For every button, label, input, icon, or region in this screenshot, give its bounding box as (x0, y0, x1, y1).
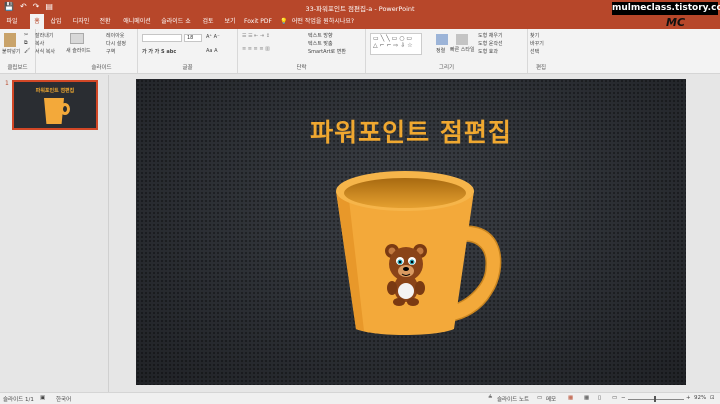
shape-effects-button[interactable]: 도형 효과 (478, 48, 498, 55)
arrange-icon[interactable] (436, 34, 448, 45)
ribbon: 붙여넣기 ✂ ⧉ 🖌 클립보드 잘라내기 잘라내기 복사 서식 복사 새 슬라이… (0, 29, 720, 74)
zoom-slider[interactable] (628, 399, 684, 400)
font-name-field[interactable] (142, 34, 182, 42)
slide-thumbnail[interactable]: 파워포인트 점편집 (12, 80, 98, 130)
slides-group: 새 슬라이드 레이아웃 다시 설정 구역 슬라이드 (66, 29, 138, 73)
clipboard-group: 붙여넣기 ✂ ⧉ 🖌 클립보드 (0, 29, 36, 73)
tab-review[interactable]: 검토 (200, 14, 216, 29)
slides-label: 슬라이드 (91, 65, 112, 71)
smartart-button[interactable]: SmartArt로 변환 (308, 48, 346, 55)
clipboard-labels: 잘라내기 복사 서식 복사 (35, 29, 68, 73)
paragraph-label: 단락 (296, 65, 307, 71)
paste-button[interactable]: 붙여넣기 (2, 48, 20, 55)
spellcheck-icon[interactable]: ▣ (40, 395, 45, 401)
find-button[interactable]: 찾기 (530, 32, 539, 39)
shape-outline-button[interactable]: 도형 윤곽선 (478, 40, 503, 47)
arrange-button[interactable]: 정렬 (436, 47, 445, 54)
layout-button[interactable]: 레이아웃 (106, 32, 124, 39)
drawing-label: 그리기 (438, 65, 455, 71)
slide-canvas[interactable]: 파워포인트 점편집 (136, 79, 686, 385)
cut-icon[interactable]: ✂ (24, 32, 28, 38)
notes-button[interactable]: 슬라이드 노트 (497, 395, 529, 403)
zoom-level[interactable]: 92% (694, 395, 706, 401)
fit-slide-icon[interactable]: ⊡ (710, 395, 715, 401)
copy-icon[interactable]: ⧉ (24, 40, 28, 46)
thumbnail-number: 1 (5, 80, 9, 87)
pane-divider[interactable] (108, 75, 109, 392)
tab-foxit-pdf[interactable]: Foxit PDF (243, 14, 273, 29)
zoom-out-icon[interactable]: − (621, 395, 626, 401)
select-button[interactable]: 선택 (530, 48, 539, 55)
paragraph-group: ☰ ☰ ⇤ ⇥ ↕ ≡ ≡ ≡ ≡ ▥ 텍스트 방향 텍스트 맞춤 SmartA… (238, 29, 366, 73)
shape-fill-button[interactable]: 도형 채우기 (478, 32, 503, 39)
editing-label: 편집 (535, 65, 547, 71)
align-icon[interactable]: ≡ ≡ ≡ ≡ ▥ (242, 46, 270, 52)
quick-styles-icon[interactable] (456, 34, 468, 45)
thumbnail-cup (44, 98, 64, 124)
watermark-url: mulmeclass.tistory.com (612, 2, 720, 15)
font-label: 글꼴 (182, 65, 193, 71)
lightbulb-icon: 💡 (280, 18, 288, 25)
cut-label[interactable]: 잘라내기 (35, 32, 53, 39)
font-size-field[interactable]: 18 (184, 34, 202, 42)
font-color-icon[interactable]: Aa A (206, 48, 218, 54)
watermark-logo: MC (666, 16, 686, 29)
normal-view-icon[interactable]: ▦ (568, 395, 573, 401)
reset-button[interactable]: 다시 설정 (106, 40, 126, 47)
tab-home[interactable]: 홈 (30, 14, 44, 29)
mug-inside (344, 178, 466, 208)
reading-view-icon[interactable]: ▯ (598, 395, 601, 401)
tab-transitions[interactable]: 전환 (97, 14, 113, 29)
slideshow-view-icon[interactable]: ▭ (612, 395, 617, 401)
tab-slideshow[interactable]: 슬라이드 쇼 (159, 14, 193, 29)
zoom-slider-thumb[interactable] (654, 396, 656, 402)
thumbnail-title: 파워포인트 점편집 (35, 88, 75, 94)
font-group: 18 A⁺ A⁻ 가 가 가 S abc Aa A 글꼴 (138, 29, 238, 73)
replace-button[interactable]: 바꾸기 (530, 40, 544, 47)
section-button[interactable]: 구역 (106, 48, 115, 55)
bullets-icon[interactable]: ☰ ☰ ⇤ ⇥ ↕ (242, 33, 270, 39)
notes-icon[interactable]: ≜ (488, 395, 493, 401)
drawing-group: ▭ ╲ ╲ ▭ ○ ▭ △ ⌐ ⌐ ⇨ ⇩ ☆ 정렬 빠른 스타일 도형 채우기 … (366, 29, 528, 73)
language-indicator[interactable]: 한국어 (56, 395, 71, 403)
quick-styles-button[interactable]: 빠른 스타일 (450, 47, 476, 53)
tab-animations[interactable]: 애니메이션 (120, 14, 154, 29)
tab-design[interactable]: 디자인 (70, 14, 92, 29)
comments-icon[interactable]: ▭ (537, 395, 542, 401)
status-bar: 슬라이드 1/1 ▣ 한국어 ≜ 슬라이드 노트 ▭ 메모 ▦ ▦ ▯ ▭ − … (0, 392, 720, 404)
zoom-in-icon[interactable]: + (686, 395, 691, 401)
align-text-button[interactable]: 텍스트 맞춤 (308, 40, 333, 47)
ribbon-tabs: 파일 홈 삽입 디자인 전환 애니메이션 슬라이드 쇼 검토 보기 Foxit … (0, 14, 720, 29)
format-painter-icon[interactable]: 🖌 (24, 48, 30, 54)
new-slide-button[interactable]: 새 슬라이드 (66, 47, 91, 54)
tell-me-search[interactable]: 어떤 작업을 원하시나요? (288, 14, 358, 29)
bold-icon[interactable]: 가 가 가 S abc (142, 48, 176, 55)
mug-illustration[interactable] (136, 79, 686, 385)
comments-button[interactable]: 메모 (546, 395, 556, 403)
slide-sorter-icon[interactable]: ▦ (584, 395, 589, 401)
paste-icon[interactable] (4, 33, 16, 47)
new-slide-icon[interactable] (70, 33, 84, 44)
grow-font-icon[interactable]: A⁺ A⁻ (206, 34, 220, 40)
editing-group: 찾기 바꾸기 선택 편집 (528, 29, 554, 73)
slide-counter: 슬라이드 1/1 (3, 397, 34, 403)
clipboard-label: 클립보드 (7, 65, 28, 71)
tab-file[interactable]: 파일 (2, 14, 22, 29)
copy-label[interactable]: 복사 (35, 40, 44, 47)
tab-view[interactable]: 보기 (222, 14, 238, 29)
tab-insert[interactable]: 삽입 (48, 14, 64, 29)
format-painter-label[interactable]: 서식 복사 (35, 48, 55, 55)
text-direction-button[interactable]: 텍스트 방향 (308, 32, 333, 39)
shapes-icon: ▭ ╲ ╲ ▭ ○ ▭ △ ⌐ ⌐ ⇨ ⇩ ☆ (373, 35, 413, 49)
